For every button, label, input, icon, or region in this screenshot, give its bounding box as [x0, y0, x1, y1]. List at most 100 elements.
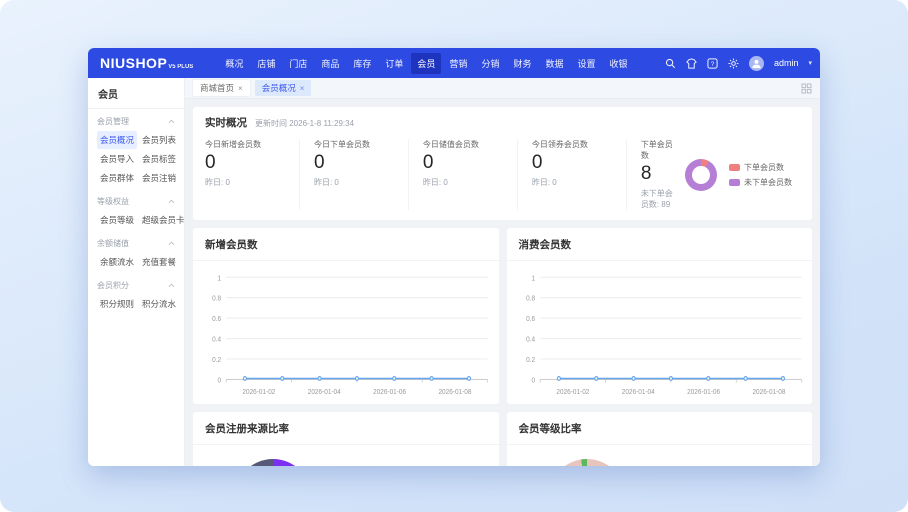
sidebar-group-label: 会员积分 — [97, 280, 129, 291]
sidebar-group-level-rights: 等级权益 会员等级 超级会员卡 — [88, 189, 184, 231]
sidebar-item-member-groups[interactable]: 会员群体 — [97, 169, 137, 187]
legend-label: 白银会员 — [666, 465, 698, 466]
sidebar-item-recharge-package[interactable]: 充值套餐 — [139, 253, 179, 271]
sidebar-item-member-tags[interactable]: 会员标签 — [139, 150, 179, 168]
y-tick: 0.8 — [526, 294, 535, 303]
stat-value: 0 — [205, 152, 291, 174]
help-icon[interactable]: ? — [707, 58, 718, 69]
sidebar-item-member-cancel[interactable]: 会员注销 — [139, 169, 179, 187]
stat-label: 今日新增会员数 — [205, 139, 291, 150]
user-avatar[interactable] — [749, 56, 764, 71]
sidebar-group-member-management: 会员管理 会员概况 会员列表 会员导入 会员标签 会员群体 会员注销 — [88, 109, 184, 189]
tab-options-grid-icon[interactable] — [801, 83, 812, 94]
legend-label: 黑钻会员 — [727, 465, 759, 466]
sidebar-group-header[interactable]: 等级权益 — [97, 196, 175, 207]
sidebar-group-label: 等级权益 — [97, 196, 129, 207]
legend-item: 下单会员数 — [729, 162, 792, 173]
username-label[interactable]: admin — [774, 58, 799, 68]
chart-title: 会员等级比率 — [507, 412, 813, 445]
close-icon[interactable]: × — [238, 84, 243, 93]
x-tick: 2026-01-02 — [242, 387, 275, 396]
stat-sub: 昨日: 0 — [205, 177, 291, 188]
sidebar: 会员 会员管理 会员概况 会员列表 会员导入 会员标签 会员群体 会员注销 — [88, 78, 185, 466]
sidebar-item-points-flow[interactable]: 积分流水 — [139, 295, 179, 313]
realtime-title: 实时概况 — [205, 115, 247, 130]
member-level-donut-chart — [549, 459, 625, 466]
nav-item-orders[interactable]: 订单 — [379, 53, 409, 74]
legend-item: 白银会员 — [651, 465, 698, 466]
y-tick: 0.6 — [526, 315, 535, 324]
stat-sub: 昨日: 0 — [423, 177, 509, 188]
settings-gear-icon[interactable] — [728, 58, 739, 69]
sidebar-group-header[interactable]: 余额储值 — [97, 238, 175, 249]
nav-item-goods[interactable]: 商品 — [315, 53, 345, 74]
nav-item-marketing[interactable]: 营销 — [443, 53, 473, 74]
search-icon[interactable] — [665, 58, 676, 69]
skin-theme-icon[interactable] — [686, 58, 697, 69]
page-background: NIUSHOP V5 PLUS 概况 店铺 门店 商品 库存 订单 会员 营销 … — [0, 0, 908, 512]
tab-member-overview[interactable]: 会员概况 × — [255, 80, 312, 96]
stat-stored-value-members-today: 今日储值会员数 0 昨日: 0 — [408, 139, 517, 210]
consume-members-line-chart: 1 0.8 0.6 0.4 0.2 0 2026-01-02 — [507, 261, 813, 404]
nav-item-shop[interactable]: 店铺 — [251, 53, 281, 74]
stat-value: 0 — [314, 152, 400, 174]
x-tick: 2026-01-08 — [438, 387, 471, 396]
x-tick: 2026-01-02 — [556, 387, 589, 396]
y-tick: 0.6 — [212, 315, 221, 324]
stat-value: 0 — [532, 152, 618, 174]
x-tick: 2026-01-06 — [373, 387, 406, 396]
sidebar-title: 会员 — [88, 78, 184, 109]
legend-item: 未下单会员数 — [729, 177, 792, 188]
legend-swatch — [729, 164, 740, 171]
chart-title: 新增会员数 — [193, 228, 499, 261]
nav-item-settings[interactable]: 设置 — [571, 53, 601, 74]
nav-item-data[interactable]: 数据 — [539, 53, 569, 74]
new-members-line-chart: 1 0.8 0.6 0.4 0.2 0 2026-01-02 — [193, 261, 499, 404]
nav-item-store[interactable]: 门店 — [283, 53, 313, 74]
sidebar-item-member-import[interactable]: 会员导入 — [97, 150, 137, 168]
y-tick: 1 — [217, 274, 221, 283]
legend-label: 下单会员数 — [744, 162, 784, 173]
chevron-up-icon — [168, 199, 175, 204]
sidebar-group-label: 余额储值 — [97, 238, 129, 249]
nav-item-stock[interactable]: 库存 — [347, 53, 377, 74]
sidebar-group-balance: 余额储值 余额流水 充值套餐 — [88, 231, 184, 273]
order-ratio-legend: 下单会员数 未下单会员数 — [729, 162, 792, 188]
nav-item-overview[interactable]: 概况 — [219, 53, 249, 74]
user-chevron-down-icon[interactable]: ▾ — [808, 59, 812, 67]
close-icon[interactable]: × — [300, 84, 305, 93]
sidebar-group-points: 会员积分 积分规则 积分流水 — [88, 273, 184, 315]
nav-item-distribution[interactable]: 分销 — [475, 53, 505, 74]
stat-label: 今日下单会员数 — [314, 139, 400, 150]
sidebar-item-member-list[interactable]: 会员列表 — [139, 131, 179, 149]
sidebar-item-balance-flow[interactable]: 余额流水 — [97, 253, 137, 271]
stat-label: 今日领券会员数 — [532, 139, 618, 150]
chevron-up-icon — [168, 119, 175, 124]
stat-value: 0 — [423, 152, 509, 174]
tab-label: 商城首页 — [200, 82, 234, 94]
y-tick: 0.4 — [526, 335, 535, 344]
stat-value: 8 — [641, 163, 673, 185]
sidebar-group-header[interactable]: 会员管理 — [97, 116, 175, 127]
svg-text:?: ? — [711, 60, 715, 67]
sidebar-item-points-rules[interactable]: 积分规则 — [97, 295, 137, 313]
sidebar-group-header[interactable]: 会员积分 — [97, 280, 175, 291]
stat-sub: 昨日: 0 — [532, 177, 618, 188]
register-source-chart-card: 会员注册来源比率 微信公众号 — [193, 412, 499, 466]
nav-item-finance[interactable]: 财务 — [507, 53, 537, 74]
sidebar-item-member-overview[interactable]: 会员概况 — [97, 131, 137, 149]
realtime-updated-time: 更新时间 2026-1-8 11:29:34 — [255, 118, 354, 129]
legend-swatch — [729, 179, 740, 186]
x-tick: 2026-01-04 — [621, 387, 654, 396]
sidebar-item-super-member-card[interactable]: 超级会员卡 — [139, 211, 185, 229]
nav-item-members[interactable]: 会员 — [411, 53, 441, 74]
member-level-legend: 白银会员 铂金会员 黄金会员 — [651, 465, 759, 466]
chart-title: 会员注册来源比率 — [193, 412, 499, 445]
nav-item-cashier[interactable]: 收银 — [604, 53, 634, 74]
new-members-chart-card: 新增会员数 — [193, 228, 499, 404]
tab-bar: 商城首页 × 会员概况 × — [185, 78, 820, 99]
stat-coupon-members-today: 今日领券会员数 0 昨日: 0 — [517, 139, 626, 210]
stat-order-members-total: 下单会员数 8 未下单会员数: 89 下单会员数 — [626, 139, 800, 210]
tab-mall-home[interactable]: 商城首页 × — [193, 80, 250, 96]
sidebar-item-member-level[interactable]: 会员等级 — [97, 211, 137, 229]
